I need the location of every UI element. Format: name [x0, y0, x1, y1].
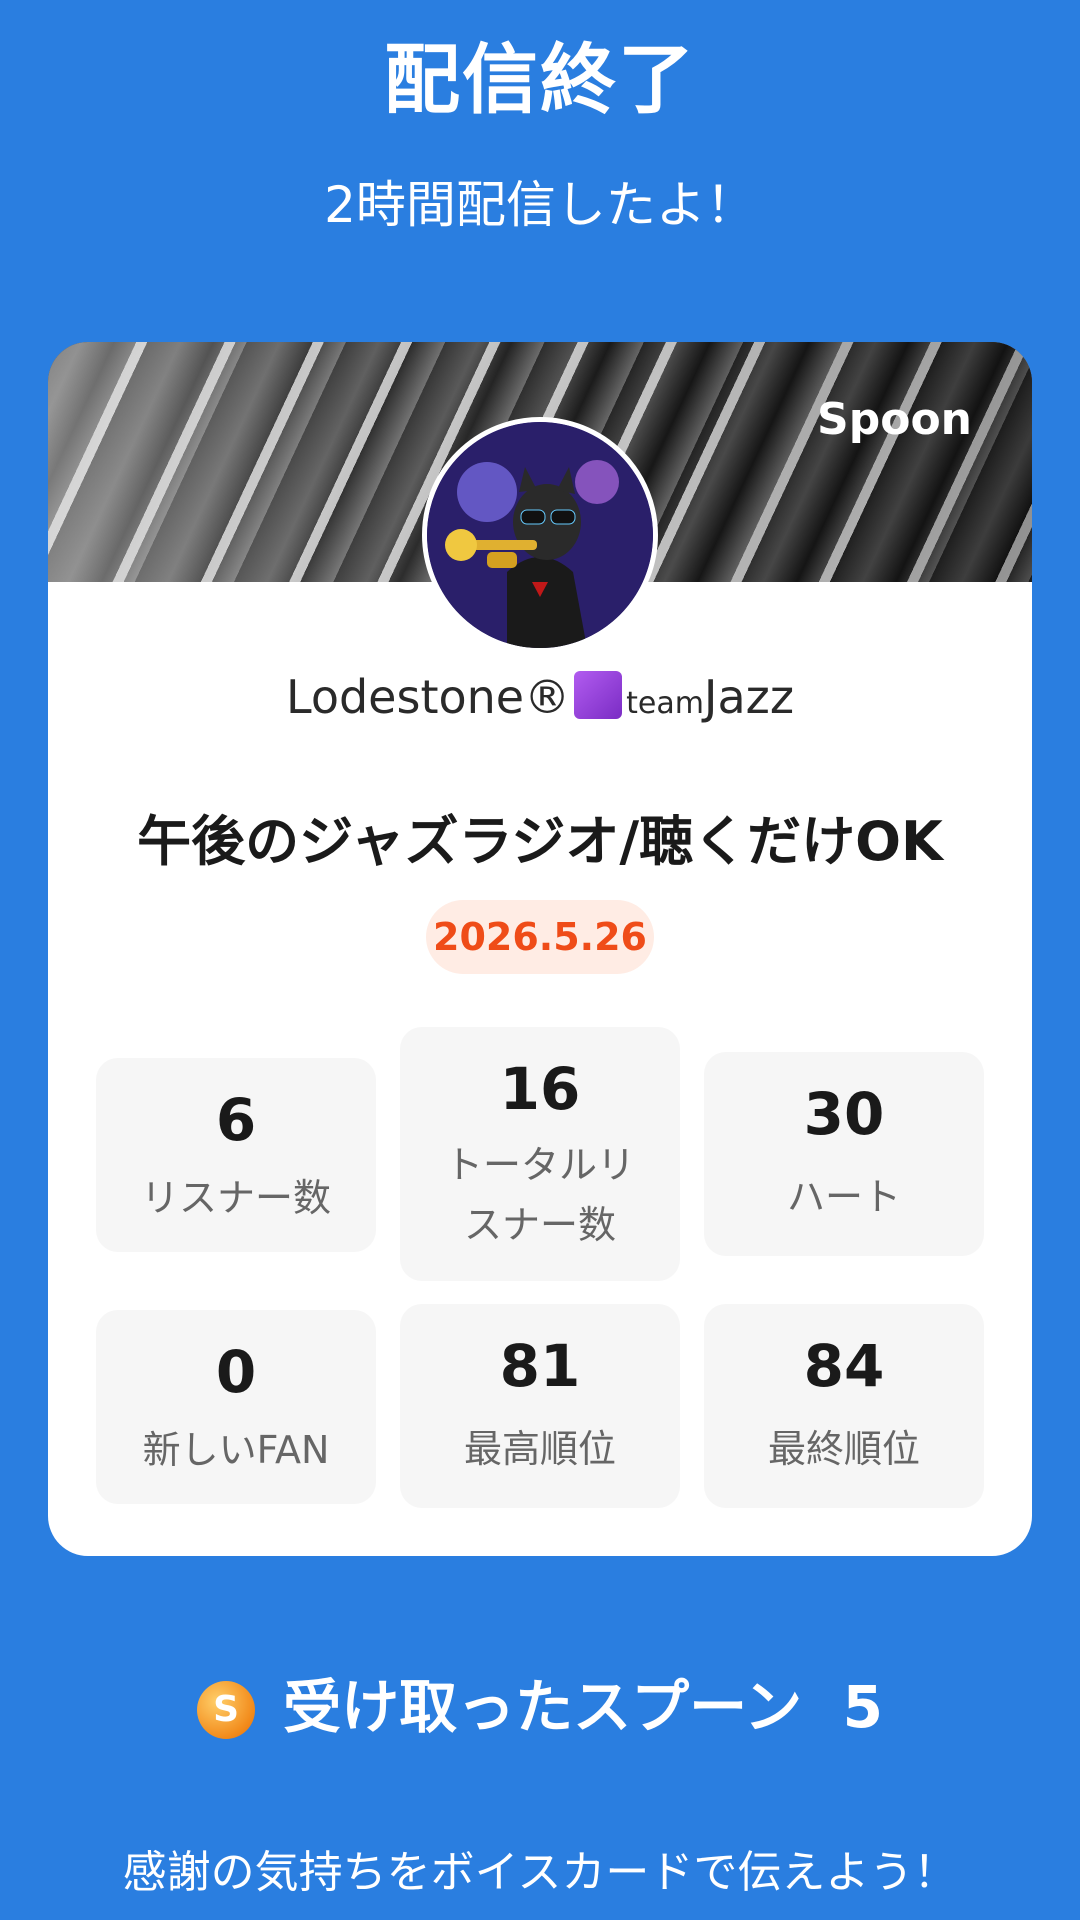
- stat-value: 81: [499, 1332, 581, 1400]
- purple-square-icon: [574, 671, 623, 719]
- stat-final-rank: 84 最終順位: [704, 1304, 984, 1508]
- received-spoons: S 受け取ったスプーン 5: [0, 1660, 1080, 1744]
- avatar[interactable]: [422, 417, 658, 653]
- page-title: 配信終了: [384, 35, 696, 124]
- stat-value: 30: [803, 1080, 885, 1148]
- stat-label-line1: トータルリ: [444, 1143, 635, 1187]
- cat-trumpet-avatar-icon: [427, 422, 653, 648]
- spoon-coin-icon: S: [197, 1681, 256, 1739]
- stat-value: 16: [499, 1055, 581, 1123]
- stat-new-fans: 0 新しいFAN: [96, 1310, 376, 1504]
- streamer-name[interactable]: Lodestone® teamJazz: [48, 670, 1032, 724]
- stat-label: 最終順位: [767, 1427, 920, 1471]
- stat-hearts: 30 ハート: [704, 1052, 984, 1256]
- live-title: 午後のジャズラジオ/聴くだけOK: [137, 810, 943, 873]
- stat-value: 0: [215, 1338, 257, 1406]
- voice-card-prompt[interactable]: 感謝の気持ちをボイスカードで伝えよう！: [0, 1836, 1080, 1900]
- received-spoons-count: 5: [842, 1673, 883, 1741]
- stat-label-line2: スナー数: [463, 1203, 616, 1247]
- stat-value: 6: [215, 1086, 257, 1154]
- stat-highest-rank: 81 最高順位: [400, 1304, 680, 1508]
- date-badge: 2026.5.26: [426, 900, 654, 974]
- stat-value: 84: [803, 1332, 885, 1400]
- stat-listeners: 6 リスナー数: [96, 1058, 376, 1252]
- broadcast-duration: 2時間配信したよ！: [324, 176, 756, 234]
- username-prefix: Lodestone®: [286, 670, 571, 724]
- stat-label: 最高順位: [463, 1427, 616, 1471]
- broadcast-summary-card: Spoon Lodestone® teamJazz 午後のジャズラジオ/聴くだけO…: [48, 342, 1032, 1556]
- stat-total-listeners: 16 トータルリ スナー数: [400, 1027, 680, 1281]
- stat-label: リスナー数: [140, 1176, 331, 1220]
- username-suffix: Jazz: [703, 670, 794, 724]
- stat-label: ハート: [786, 1175, 901, 1219]
- spoon-logo: Spoon: [817, 394, 972, 445]
- stat-label: 新しいFAN: [142, 1428, 330, 1472]
- received-spoons-label: 受け取ったスプーン: [283, 1673, 803, 1741]
- username-team: team: [626, 686, 704, 721]
